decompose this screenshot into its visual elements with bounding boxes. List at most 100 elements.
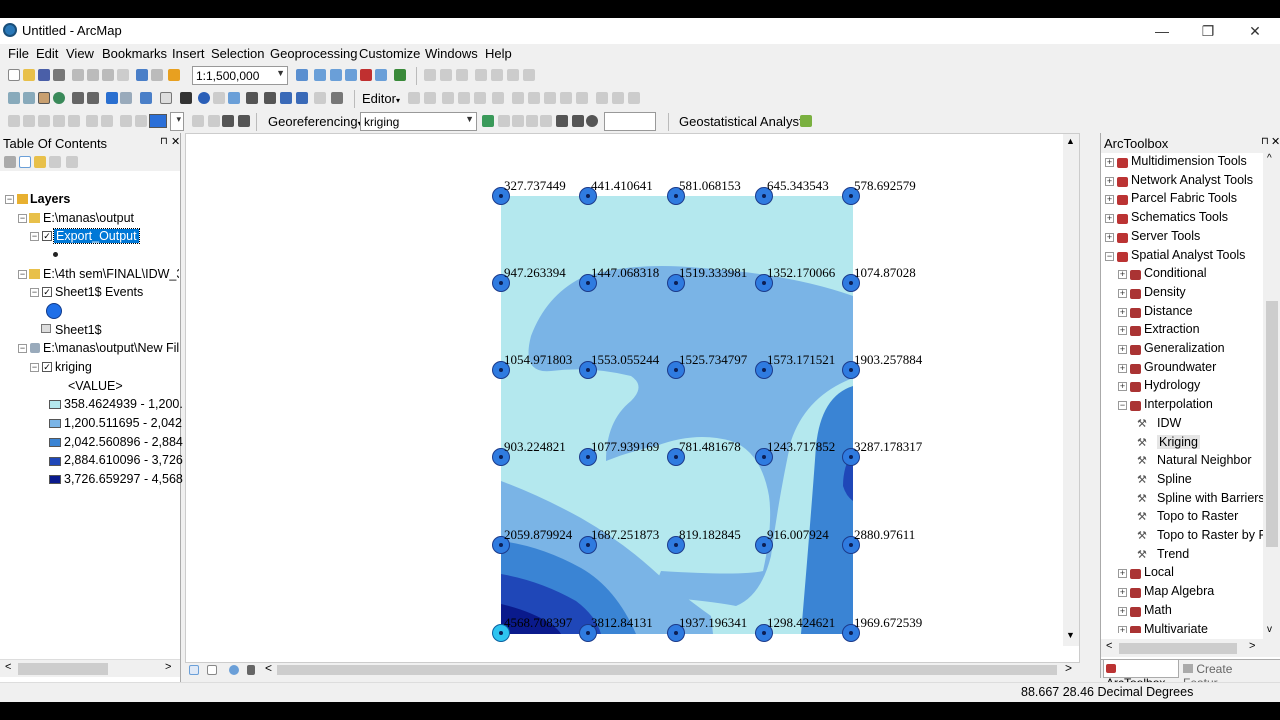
toolbox-item-multivariate[interactable]: Multivariate [1144,622,1208,634]
geostat-wizard-icon[interactable] [800,115,812,127]
close-button[interactable]: ✕ [1235,20,1275,42]
edit-tool-icon[interactable] [408,92,420,104]
menu-help[interactable]: Help [485,46,512,61]
list-by-drawing-order-icon[interactable] [4,156,16,168]
draw-tool-icon-2[interactable] [23,115,35,127]
scroll-up-icon[interactable]: ▲ [1066,136,1075,146]
select-features-icon[interactable] [140,92,152,104]
geostatistical-analyst-menu[interactable]: Geostatistical Analyst▾ [679,114,807,129]
trace-icon[interactable] [474,92,486,104]
georef-layer-combo[interactable]: kriging ▼ [360,112,477,131]
paste-icon[interactable] [102,69,114,81]
html-popup-icon[interactable] [213,92,225,104]
toolbox-item-extraction[interactable]: Extraction [1144,322,1200,336]
menu-selection[interactable]: Selection [211,46,264,61]
fixed-zoom-out-icon[interactable] [87,92,99,104]
collapse-icon[interactable]: − [18,344,27,353]
save-icon[interactable] [38,69,50,81]
pan-icon[interactable] [38,92,50,104]
collapse-icon[interactable]: − [30,288,39,297]
menu-view[interactable]: View [66,46,94,61]
toolbox-item-network-analyst-tools[interactable]: Network Analyst Tools [1131,173,1253,187]
collapse-icon[interactable]: − [18,270,27,279]
map-view[interactable]: 327.737449 441.410641 581.068153 645.343543… [185,133,1080,663]
draw-tool-icon-6[interactable] [86,115,98,127]
toolbox-item-topo-to-raster[interactable]: Topo to Raster [1157,509,1238,523]
menu-bookmarks[interactable]: Bookmarks [102,46,167,61]
expand-icon[interactable]: + [1118,345,1127,354]
expand-icon[interactable]: + [1105,232,1114,242]
restore-button[interactable]: ❐ [1188,20,1228,42]
toolbox-item-trend[interactable]: Trend [1157,547,1189,561]
scrollbar-thumb[interactable] [18,663,108,675]
layout-icon[interactable] [192,115,204,127]
georeferencing-menu[interactable]: Georeferencing▾ [268,114,362,129]
collapse-icon[interactable]: − [1105,251,1114,261]
draw-tool-icon-9[interactable] [135,115,147,127]
scroll-up-icon[interactable]: ^ [1267,153,1272,164]
menu-file[interactable]: File [8,46,29,61]
delete-icon[interactable] [117,69,129,81]
toolbox-item-map-algebra[interactable]: Map Algebra [1144,584,1214,598]
menu-windows[interactable]: Windows [425,46,478,61]
georef-tool-icon-2[interactable] [512,115,524,127]
zoom-out-icon[interactable] [23,92,35,104]
close-icon[interactable]: ✕ [171,135,180,148]
edit-vertices-icon[interactable] [512,92,524,104]
layout-icon-3[interactable] [222,115,234,127]
toc-group-idw[interactable]: E:\4th sem\FINAL\IDW_30 [43,267,179,281]
toolbox-item-interpolation[interactable]: Interpolation [1144,397,1213,411]
georef-tool-icon-3[interactable] [526,115,538,127]
toolbox-item-hydrology[interactable]: Hydrology [1144,378,1200,392]
georef-tool-icon-4[interactable] [540,115,552,127]
layout-icon-2[interactable] [208,115,220,127]
editor-toolbar-icon[interactable] [296,69,308,81]
undo-icon[interactable] [136,69,148,81]
expand-icon[interactable]: + [1118,270,1127,280]
toolbox-item-parcel-fabric-tools[interactable]: Parcel Fabric Tools [1131,191,1237,205]
collapse-icon[interactable]: − [5,195,14,204]
toolbox-item-spline-with-barriers[interactable]: Spline with Barriers [1157,491,1263,505]
snapping-icon-5[interactable] [491,69,503,81]
scroll-left-icon[interactable]: < [5,661,11,673]
scrollbar-thumb[interactable] [1119,643,1237,654]
toolbox-item-spatial-analyst-tools[interactable]: Spatial Analyst Tools [1131,248,1245,262]
collapse-icon[interactable]: − [30,363,39,372]
split-icon[interactable] [560,92,572,104]
layout-icon-4[interactable] [238,115,250,127]
redo-icon[interactable] [151,69,163,81]
editor-menu[interactable]: Editor▾ [362,91,400,106]
forward-icon[interactable] [120,92,132,104]
toolbox-item-server-tools[interactable]: Server Tools [1131,229,1200,243]
full-extent-icon[interactable] [53,92,65,104]
list-by-source-icon[interactable] [19,156,31,168]
cut-polygons-icon[interactable] [544,92,556,104]
toc-icon[interactable] [314,69,326,81]
toc-layer-kriging[interactable]: kriging [55,360,92,374]
toc-group-newfile[interactable]: E:\manas\output\New File [43,341,179,355]
layer-visibility-checkbox[interactable]: ✓ [42,362,52,372]
toolbox-item-generalization[interactable]: Generalization [1144,341,1225,355]
toolbox-item-density[interactable]: Density [1144,285,1186,299]
expand-icon[interactable]: + [1118,569,1127,579]
scroll-down-icon[interactable]: v [1267,624,1272,635]
pin-icon[interactable]: ⊓ [1261,136,1269,147]
expand-icon[interactable]: + [1105,158,1114,167]
toolbox-item-groundwater[interactable]: Groundwater [1144,360,1216,374]
scale-combo[interactable]: 1:1,500,000 ▼ [192,66,288,85]
expand-icon[interactable]: + [1118,307,1127,317]
menu-insert[interactable]: Insert [172,46,205,61]
goto-xy-icon[interactable] [280,92,292,104]
point-icon[interactable] [492,92,504,104]
draw-tool-icon-3[interactable] [38,115,50,127]
toolbox-item-multidimension-tools[interactable]: Multidimension Tools [1131,154,1247,168]
viewer-icon[interactable] [331,92,343,104]
straight-segment-icon[interactable] [442,92,454,104]
new-document-icon[interactable] [8,69,20,81]
rotation-input[interactable] [604,112,656,131]
edit-annotation-icon[interactable] [424,92,436,104]
snapping-icon-3[interactable] [456,69,468,81]
close-icon[interactable]: ✕ [1271,135,1280,148]
minimize-button[interactable]: — [1142,20,1182,42]
snapping-icon-6[interactable] [507,69,519,81]
